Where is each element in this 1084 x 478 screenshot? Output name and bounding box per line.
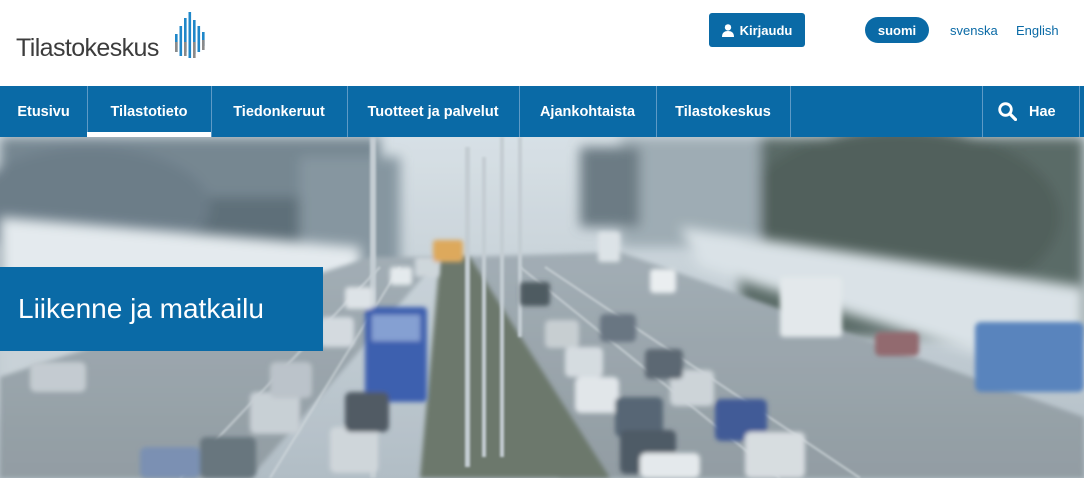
site-logo[interactable]: Tilastokeskus [16,12,216,62]
search-button[interactable]: Hae [982,86,1079,137]
nav-item-tilastotieto[interactable]: Tilastotieto [87,86,211,137]
nav-item-etusivu[interactable]: Etusivu [0,86,87,137]
nav-divider [1079,86,1080,137]
hero-banner: Liikenne ja matkailu [0,137,1084,478]
nav-item-tiedonkeruut[interactable]: Tiedonkeruut [211,86,347,137]
logo-wordmark: Tilastokeskus [16,34,159,62]
nav-item-tilastokeskus[interactable]: Tilastokeskus [656,86,790,137]
language-suomi[interactable]: suomi [865,17,929,43]
login-label: Kirjaudu [739,22,793,38]
language-svenska[interactable]: svenska [950,17,998,43]
main-navigation: Etusivu Tilastotieto Tiedonkeruut Tuotte… [0,86,1084,137]
user-icon [721,23,734,37]
search-icon [998,102,1017,121]
vertical-bars-logo-icon [175,12,205,58]
hero-title-box: Liikenne ja matkailu [0,267,323,351]
nav-item-tuotteet-ja-palvelut[interactable]: Tuotteet ja palvelut [347,86,519,137]
site-header: Tilastokeskus Kirjaudu suomi svenska Eng… [0,0,1084,86]
language-english[interactable]: English [1016,17,1059,43]
nav-divider [790,86,791,137]
hero-title: Liikenne ja matkailu [18,293,264,324]
nav-item-ajankohtaista[interactable]: Ajankohtaista [519,86,656,137]
search-label: Hae [1029,103,1056,120]
login-button[interactable]: Kirjaudu [709,13,805,47]
